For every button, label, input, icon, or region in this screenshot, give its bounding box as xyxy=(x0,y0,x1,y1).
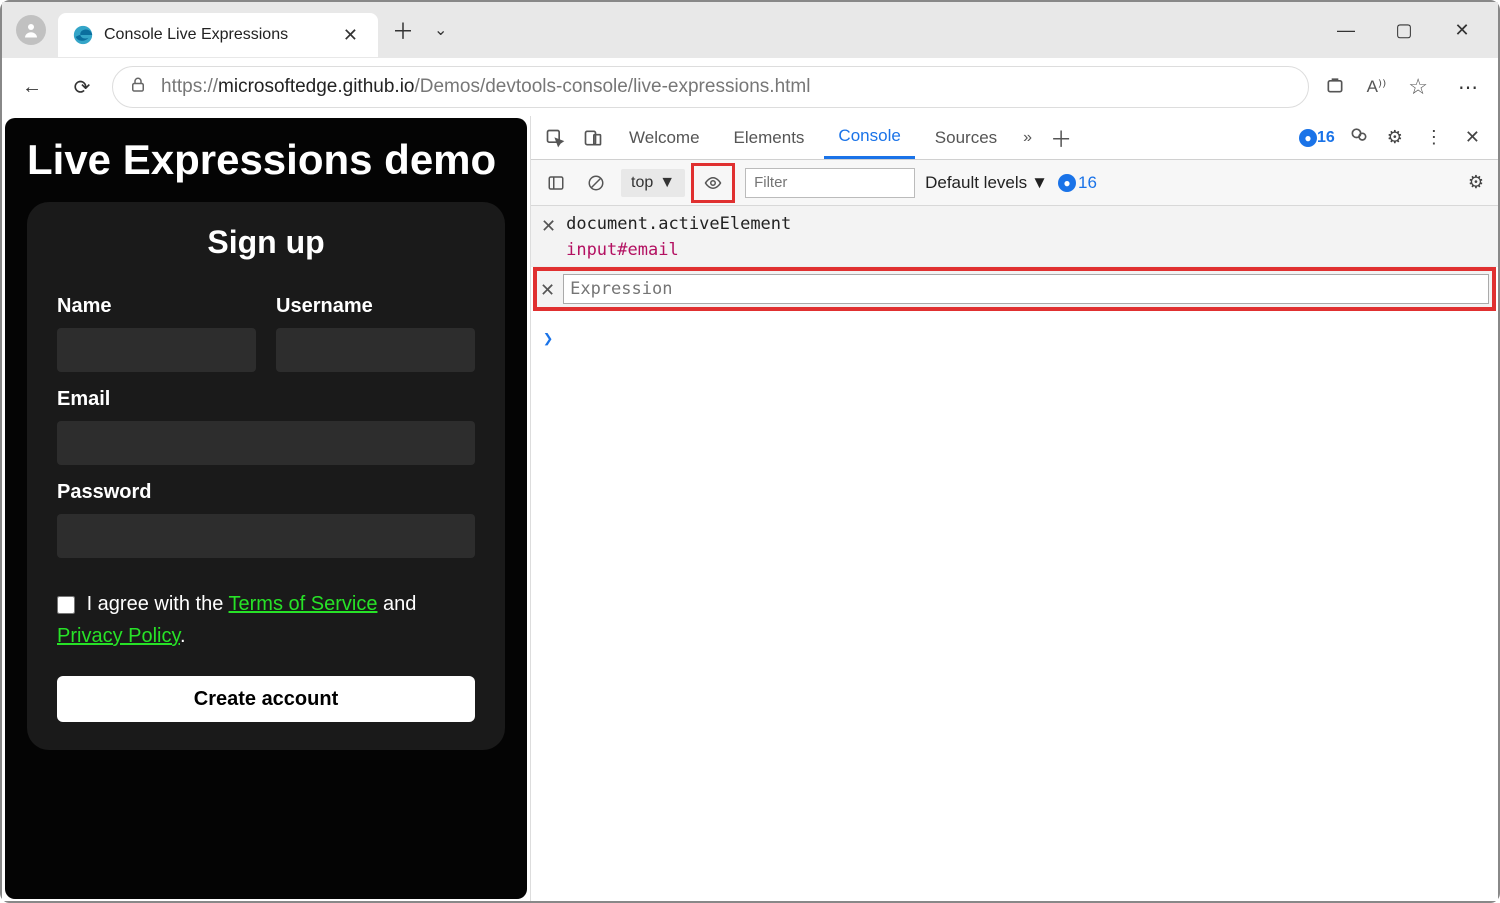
close-window-button[interactable]: ✕ xyxy=(1448,16,1476,44)
edge-icon xyxy=(72,24,94,46)
app-icon[interactable] xyxy=(1325,75,1345,100)
username-label: Username xyxy=(276,295,475,318)
issues-badge-icon: ● xyxy=(1299,129,1317,147)
live-expression-2-highlight: ✕ xyxy=(533,267,1496,311)
remove-live-expr-icon[interactable]: ✕ xyxy=(541,214,556,237)
tab-console[interactable]: Console xyxy=(824,116,914,159)
refresh-button[interactable]: ⟳ xyxy=(62,67,102,107)
close-devtools-icon[interactable]: ✕ xyxy=(1461,123,1484,152)
live-expression-input[interactable] xyxy=(563,274,1489,304)
devtools-panel: Welcome Elements Console Sources » ＋ ● 1… xyxy=(530,116,1498,901)
create-account-button[interactable]: Create account xyxy=(57,676,475,722)
address-bar: ← ⟳ https://microsoftedge.github.io/Demo… xyxy=(2,58,1498,116)
console-toolbar: top ▼ Default levels ▼ ● 16 ⚙ xyxy=(531,160,1498,206)
new-tab-icon[interactable]: ＋ xyxy=(1044,118,1078,158)
signup-card: Sign up Name Username Email Pa xyxy=(27,202,505,750)
maximize-button[interactable]: ▢ xyxy=(1390,16,1418,44)
clear-console-icon[interactable] xyxy=(581,168,611,198)
url-text: https://microsoftedge.github.io/Demos/de… xyxy=(161,76,810,98)
log-levels-selector[interactable]: Default levels ▼ xyxy=(925,173,1048,193)
name-input[interactable] xyxy=(57,328,256,372)
browser-tab[interactable]: Console Live Expressions ✕ xyxy=(58,13,378,57)
tos-link[interactable]: Terms of Service xyxy=(229,593,378,615)
devtools-tab-strip: Welcome Elements Console Sources » ＋ ● 1… xyxy=(531,116,1498,160)
email-input[interactable] xyxy=(57,421,475,465)
sidebar-toggle-icon[interactable] xyxy=(541,168,571,198)
issues-badge[interactable]: ● 16 xyxy=(1299,129,1335,147)
agree-text: I agree with the Terms of Service and Pr… xyxy=(57,588,475,652)
settings-icon[interactable]: ⚙ xyxy=(1383,123,1407,152)
kebab-menu-icon[interactable]: ⋮ xyxy=(1421,123,1447,152)
live-expr-code[interactable]: document.activeElement xyxy=(566,214,791,234)
device-toggle-icon[interactable] xyxy=(577,124,609,152)
privacy-link[interactable]: Privacy Policy xyxy=(57,625,180,647)
page-title: Live Expressions demo xyxy=(27,136,505,184)
tabs-dropdown-icon[interactable]: ⌄ xyxy=(428,20,453,40)
back-button[interactable]: ← xyxy=(12,67,52,107)
live-expression-1: ✕ document.activeElement input#email xyxy=(531,206,1498,267)
password-label: Password xyxy=(57,481,475,504)
more-tabs-icon[interactable]: » xyxy=(1017,125,1038,151)
rendered-page: Live Expressions demo Sign up Name Usern… xyxy=(5,118,527,899)
url-input[interactable]: https://microsoftedge.github.io/Demos/de… xyxy=(112,66,1309,108)
toolbar-issues[interactable]: ● 16 xyxy=(1058,173,1097,193)
agree-checkbox[interactable] xyxy=(57,596,75,614)
tab-title: Console Live Expressions xyxy=(104,26,288,44)
lock-icon xyxy=(129,76,147,99)
email-label: Email xyxy=(57,388,475,411)
profile-avatar[interactable] xyxy=(16,15,46,45)
favorite-icon[interactable]: ☆ xyxy=(1408,74,1428,100)
read-aloud-icon[interactable]: A⁾⁾ xyxy=(1367,77,1387,97)
feedback-icon[interactable] xyxy=(1349,125,1369,150)
tab-sources[interactable]: Sources xyxy=(921,118,1011,158)
password-input[interactable] xyxy=(57,514,475,558)
titlebar: Console Live Expressions ✕ ＋ ⌄ — ▢ ✕ xyxy=(2,2,1498,58)
live-expression-icon[interactable] xyxy=(698,168,728,198)
minimize-button[interactable]: — xyxy=(1332,16,1360,44)
more-menu-button[interactable]: ⋯ xyxy=(1448,67,1488,107)
signup-heading: Sign up xyxy=(57,224,475,261)
tab-welcome[interactable]: Welcome xyxy=(615,118,714,158)
name-label: Name xyxy=(57,295,256,318)
remove-live-expr-2-icon[interactable]: ✕ xyxy=(540,278,555,301)
filter-input[interactable] xyxy=(745,168,915,198)
username-input[interactable] xyxy=(276,328,475,372)
tab-close-icon[interactable]: ✕ xyxy=(337,23,364,48)
new-tab-button[interactable]: ＋ xyxy=(378,14,428,46)
console-settings-icon[interactable]: ⚙ xyxy=(1464,168,1488,197)
context-selector[interactable]: top ▼ xyxy=(621,169,685,197)
console-prompt[interactable]: ❯ xyxy=(531,311,1498,367)
tab-elements[interactable]: Elements xyxy=(720,118,819,158)
inspect-element-icon[interactable] xyxy=(539,124,571,152)
toolbar-issues-icon: ● xyxy=(1058,174,1076,192)
live-expression-button-highlight xyxy=(691,163,735,203)
live-expr-result: input#email xyxy=(566,240,791,260)
